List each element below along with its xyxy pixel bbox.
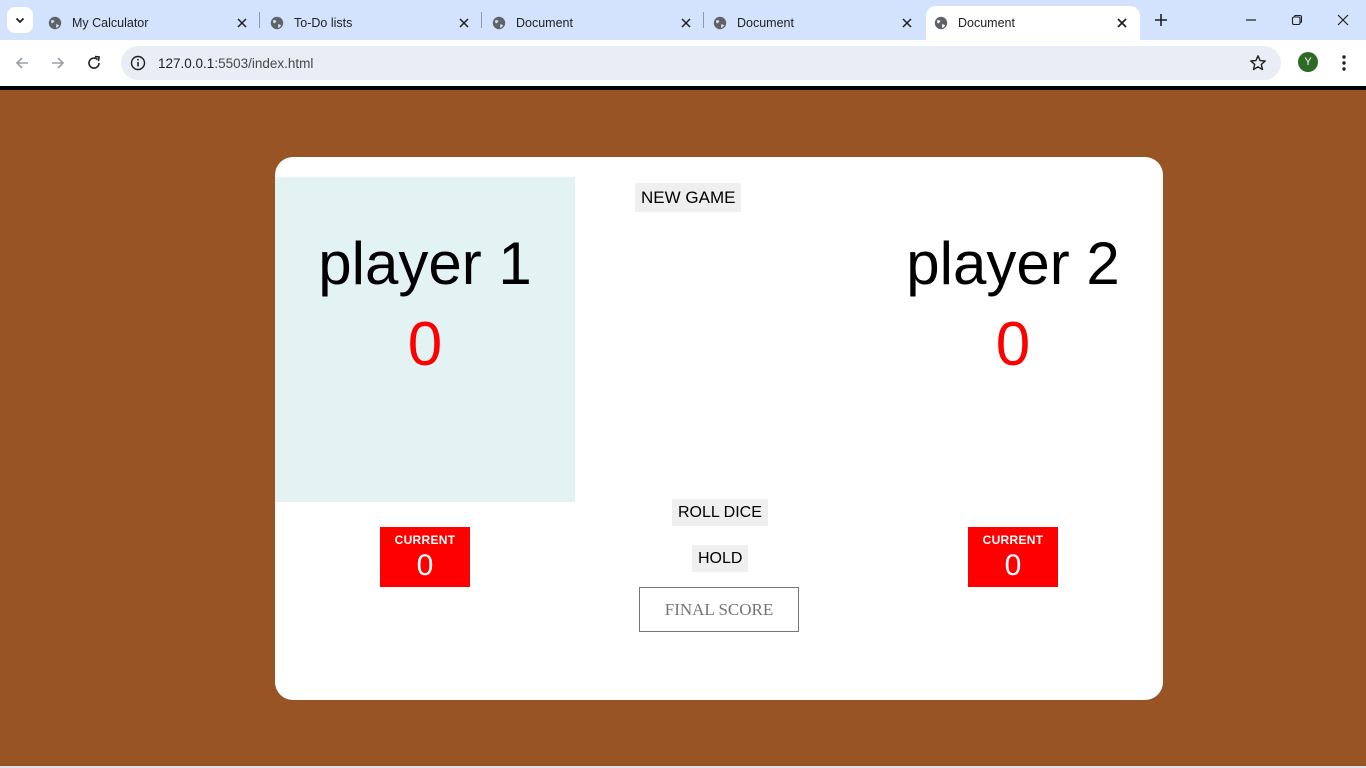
url-host: 127.0.0.1	[158, 55, 215, 71]
browser-menu-button[interactable]	[1334, 52, 1354, 74]
profile-avatar[interactable]: Y	[1298, 52, 1318, 72]
tab-title: Document	[737, 16, 794, 30]
player-2-current-score: 0	[1004, 549, 1022, 582]
tab-separator	[481, 12, 482, 28]
globe-icon	[48, 16, 62, 30]
player-1-name: player 1	[318, 230, 532, 297]
new-game-button[interactable]: NEW GAME	[635, 183, 742, 212]
restore-icon	[1291, 14, 1303, 26]
globe-icon	[934, 16, 948, 30]
player-1-current-score: 0	[416, 549, 434, 582]
reload-button[interactable]	[82, 51, 106, 75]
close-tab-icon[interactable]	[678, 15, 694, 31]
player-1-panel: player 1 0	[275, 177, 575, 502]
tab-strip: My Calculator To-Do lists Document Docum…	[0, 0, 1366, 40]
minimize-icon	[1246, 19, 1256, 21]
reload-icon	[88, 55, 100, 69]
close-icon	[1337, 14, 1349, 26]
hold-button[interactable]: HOLD	[692, 545, 749, 572]
window-close-button[interactable]	[1331, 8, 1355, 32]
chevron-down-icon	[15, 17, 25, 24]
close-tab-icon[interactable]	[899, 15, 915, 31]
back-button[interactable]	[10, 51, 34, 75]
player-2-name: player 2	[906, 230, 1120, 297]
plus-icon	[1155, 14, 1167, 26]
tab-separator	[259, 12, 260, 28]
browser-toolbar: 127.0.0.1:5503/index.html Y	[0, 40, 1366, 86]
tab-document-active[interactable]: Document	[926, 6, 1140, 40]
bookmark-star-icon[interactable]	[1249, 54, 1267, 72]
tab-document-1[interactable]: Document	[484, 6, 704, 40]
tab-title: Document	[516, 16, 573, 30]
globe-icon	[270, 16, 284, 30]
player-2-score: 0	[995, 310, 1031, 379]
restore-button[interactable]	[1285, 8, 1309, 32]
tab-separator	[703, 12, 704, 28]
close-tab-icon[interactable]	[234, 15, 250, 31]
globe-icon	[492, 16, 506, 30]
tab-todo-lists[interactable]: To-Do lists	[262, 6, 482, 40]
player-1-current-label: CURRENT	[394, 533, 456, 547]
game-card: player 1 0 player 2 0 NEW GAME CURRENT 0…	[275, 157, 1163, 700]
player-1-current-box: CURRENT 0	[380, 527, 470, 587]
tab-document-2[interactable]: Document	[705, 6, 925, 40]
globe-icon	[713, 16, 727, 30]
new-tab-button[interactable]	[1150, 9, 1172, 31]
player-2-current-box: CURRENT 0	[968, 527, 1058, 587]
close-tab-icon[interactable]	[1114, 15, 1130, 31]
info-icon[interactable]	[130, 55, 146, 71]
tab-search-button[interactable]	[7, 7, 33, 33]
player-2-panel: player 2 0	[863, 177, 1163, 502]
address-bar[interactable]: 127.0.0.1:5503/index.html	[121, 46, 1281, 80]
url-text: 127.0.0.1:5503/index.html	[158, 56, 313, 71]
forward-button[interactable]	[46, 51, 70, 75]
tab-title: To-Do lists	[294, 16, 353, 30]
page-background: player 1 0 player 2 0 NEW GAME CURRENT 0…	[0, 90, 1366, 766]
arrow-right-icon	[52, 57, 65, 69]
tab-my-calculator[interactable]: My Calculator	[40, 6, 260, 40]
tab-title: My Calculator	[72, 16, 149, 30]
minimize-button[interactable]	[1239, 8, 1263, 32]
player-2-current-label: CURRENT	[982, 533, 1044, 547]
arrow-left-icon	[15, 57, 28, 69]
tab-title: Document	[958, 16, 1015, 30]
final-score-input[interactable]	[639, 587, 799, 632]
url-path: :5503/index.html	[214, 55, 314, 71]
more-vertical-icon	[1342, 55, 1346, 71]
roll-dice-button[interactable]: ROLL DICE	[672, 499, 768, 526]
close-tab-icon[interactable]	[456, 15, 472, 31]
player-1-score: 0	[407, 310, 443, 379]
